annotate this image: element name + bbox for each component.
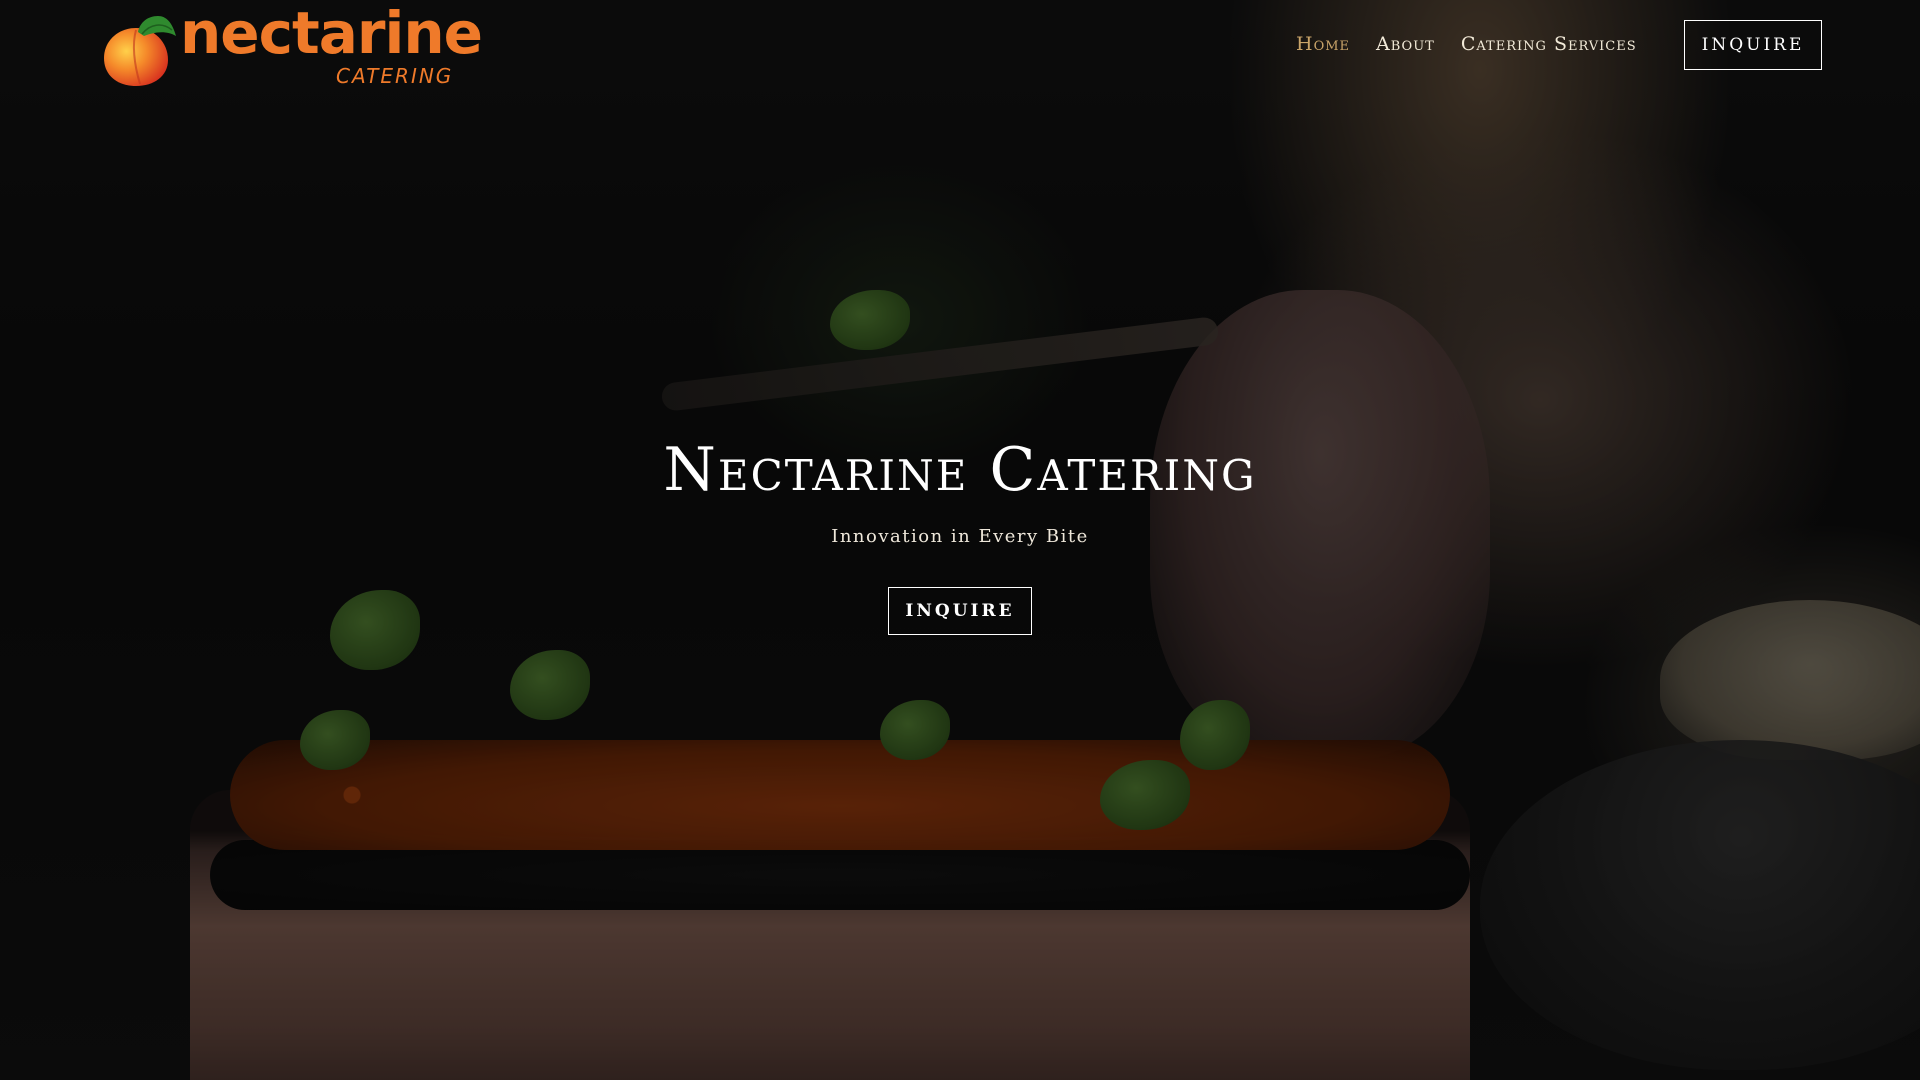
- logo-wordmark: nectarine: [180, 0, 483, 67]
- nav-item-about[interactable]: About: [1376, 32, 1435, 56]
- hero-subtitle: Innovation in Every Bite: [831, 526, 1089, 547]
- hero-title: Nectarine Catering: [663, 435, 1257, 505]
- hero-inquire-button[interactable]: INQUIRE: [888, 587, 1032, 635]
- header-inquire-button[interactable]: INQUIRE: [1684, 20, 1822, 70]
- logo-link[interactable]: nectarine CATERING: [96, 4, 483, 88]
- peach-icon: [104, 16, 176, 86]
- nav-item-catering-services[interactable]: Catering Services: [1461, 32, 1637, 56]
- logo-subtitle: CATERING: [336, 64, 454, 88]
- main-nav: Home About Catering Services: [1296, 32, 1637, 56]
- site-header: nectarine CATERING Home About Catering S…: [0, 0, 1920, 90]
- nav-item-home[interactable]: Home: [1296, 32, 1350, 56]
